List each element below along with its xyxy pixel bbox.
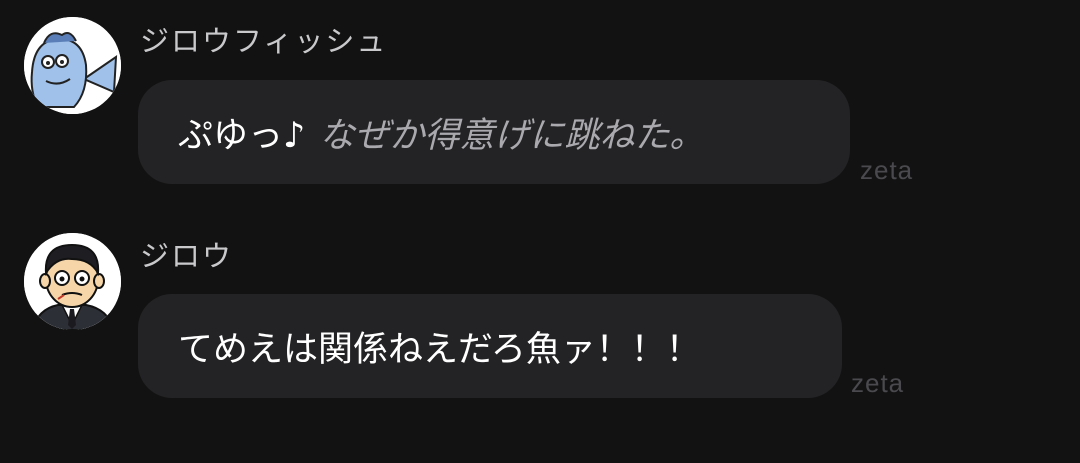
zeta-watermark: zeta xyxy=(851,368,905,398)
sender-name: ジロウ xyxy=(140,239,234,273)
man-avatar[interactable] xyxy=(24,233,121,330)
fish-character-icon xyxy=(24,17,121,114)
chat-log: ジロウフィッシュ ぷゆっ♪ なぜか得意げに跳ねた。 zeta ジロウ てめえは関… xyxy=(0,0,1080,463)
message-speech: てめえは関係ねえだろ魚ァ！！！ xyxy=(178,329,701,370)
message-bubble: てめえは関係ねえだろ魚ァ！！！ xyxy=(138,294,842,398)
message-bubble: ぷゆっ♪ なぜか得意げに跳ねた。 xyxy=(138,80,850,184)
message-speech: ぷゆっ♪ xyxy=(178,115,306,156)
zeta-watermark: zeta xyxy=(860,155,914,185)
man-in-suit-icon xyxy=(24,233,121,330)
sender-name: ジロウフィッシュ xyxy=(140,24,388,58)
fish-avatar[interactable] xyxy=(24,17,121,114)
message-action: なぜか得意げに跳ねた。 xyxy=(319,115,705,156)
